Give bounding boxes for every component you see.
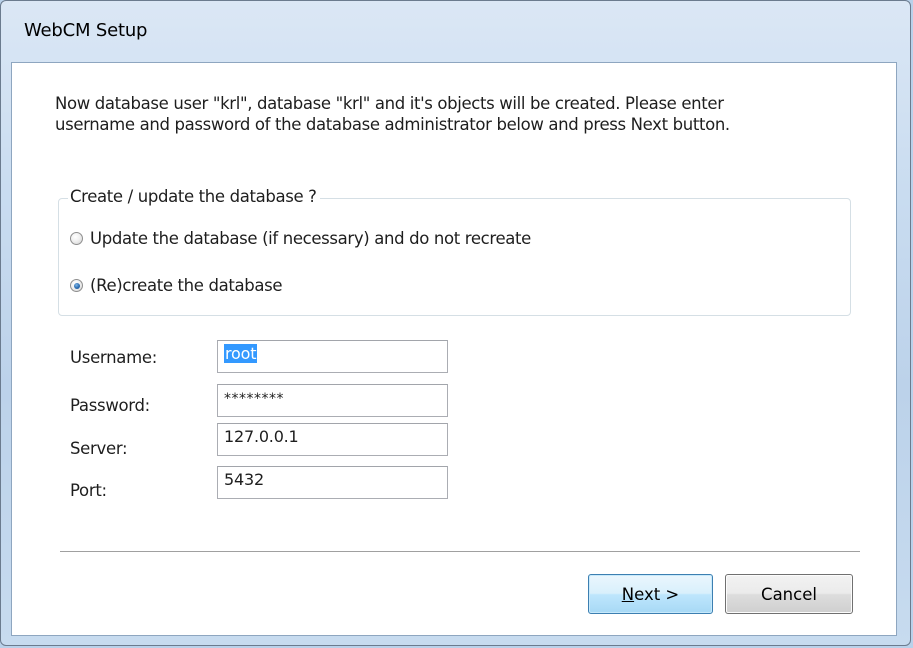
dialog-content: Now database user "krl", database "krl" … [11, 62, 897, 636]
username-label: Username: [70, 348, 157, 367]
server-value: 127.0.0.1 [224, 427, 299, 446]
setup-window: WebCM Setup Now database user "krl", dat… [0, 0, 911, 646]
next-button[interactable]: Next > [588, 574, 713, 614]
username-input[interactable]: root [217, 340, 448, 373]
port-input[interactable]: 5432 [217, 466, 448, 499]
radio-update-database[interactable]: Update the database (if necessary) and d… [70, 229, 531, 248]
radio-button-unchecked[interactable] [70, 232, 83, 245]
next-mnemonic: N [621, 584, 635, 604]
port-label: Port: [70, 481, 107, 500]
intro-line-2: username and password of the database ad… [55, 115, 730, 134]
next-button-label: Next > [622, 585, 680, 604]
username-value: root [224, 344, 258, 363]
intro-text: Now database user "krl", database "krl" … [55, 93, 855, 135]
radio-recreate-database[interactable]: (Re)create the database [70, 276, 283, 295]
create-update-groupbox: Create / update the database ? Update th… [58, 187, 851, 316]
window-title: WebCM Setup [24, 20, 148, 41]
button-separator [60, 551, 860, 553]
next-label-rest: ext > [634, 584, 680, 604]
radio-recreate-label[interactable]: (Re)create the database [90, 276, 283, 295]
cancel-button-label: Cancel [761, 584, 817, 604]
cancel-button[interactable]: Cancel [725, 574, 853, 614]
radio-button-checked[interactable] [70, 279, 83, 292]
server-input[interactable]: 127.0.0.1 [217, 423, 448, 456]
title-bar[interactable]: WebCM Setup [1, 1, 910, 61]
password-input[interactable]: ******** [217, 384, 448, 417]
groupbox-legend: Create / update the database ? [68, 187, 320, 206]
port-value: 5432 [224, 470, 264, 489]
intro-line-1: Now database user "krl", database "krl" … [55, 94, 724, 113]
radio-update-label[interactable]: Update the database (if necessary) and d… [90, 229, 531, 248]
password-label: Password: [70, 396, 150, 415]
server-label: Server: [70, 439, 128, 458]
password-value: ******** [224, 391, 284, 407]
